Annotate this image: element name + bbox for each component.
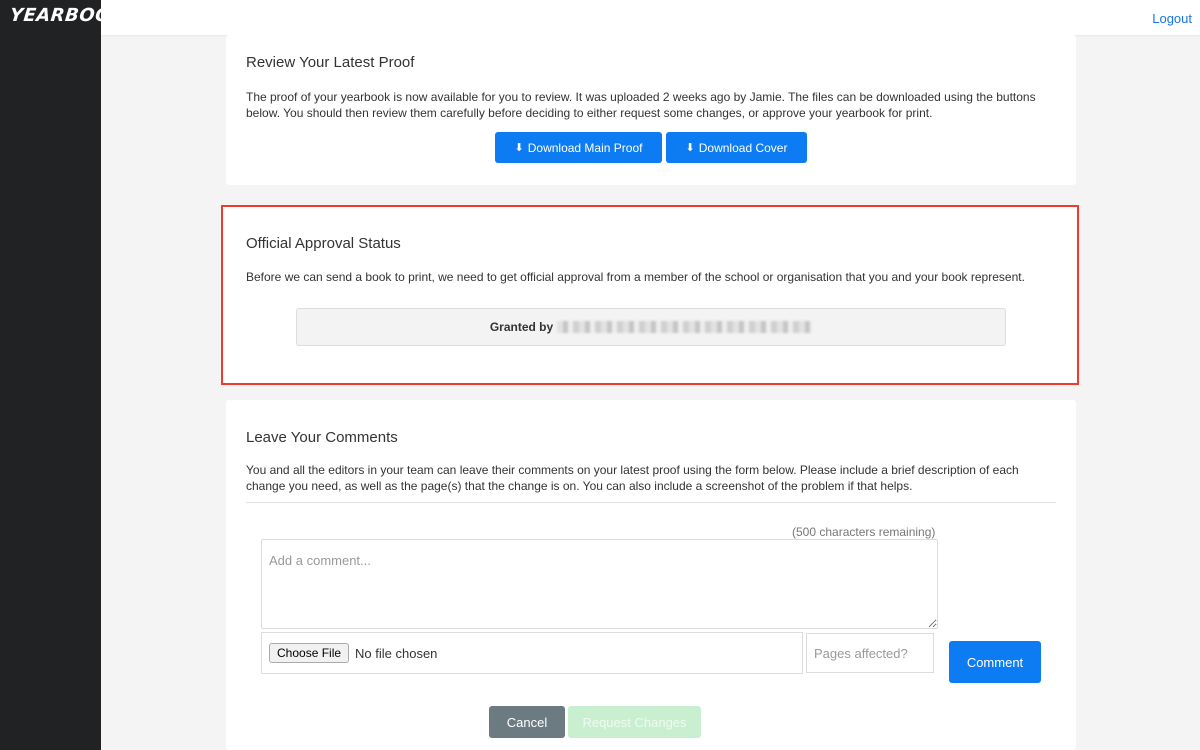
logout-link[interactable]: Logout bbox=[1152, 11, 1192, 26]
request-changes-button[interactable]: Request Changes bbox=[568, 706, 701, 738]
comments-description: You and all the editors in your team can… bbox=[246, 463, 1019, 493]
pages-affected-input[interactable] bbox=[806, 633, 934, 673]
comments-title: Leave Your Comments bbox=[246, 429, 398, 446]
download-cover-button[interactable]: ⬇ Download Cover bbox=[666, 132, 807, 163]
file-upload-field: Choose File No file chosen bbox=[261, 632, 803, 674]
comment-textarea[interactable] bbox=[261, 539, 938, 629]
download-main-proof-button[interactable]: ⬇ Download Main Proof bbox=[495, 132, 662, 163]
top-bar: Logout bbox=[101, 0, 1200, 35]
cancel-button[interactable]: Cancel bbox=[489, 706, 565, 738]
redacted-approver-name bbox=[557, 321, 813, 333]
review-proof-description: The proof of your yearbook is now availa… bbox=[246, 90, 1036, 120]
review-proof-card: Review Your Latest Proof The proof of yo… bbox=[226, 35, 1076, 185]
granted-by-label: Granted by bbox=[489, 320, 554, 334]
download-cover-label: Download Cover bbox=[698, 140, 788, 155]
approval-status-card: Official Approval Status Before we can s… bbox=[221, 205, 1079, 385]
download-main-proof-label: Download Main Proof bbox=[527, 140, 643, 155]
comment-button[interactable]: Comment bbox=[949, 641, 1041, 683]
divider bbox=[246, 502, 1056, 503]
no-file-chosen-text: No file chosen bbox=[355, 645, 438, 661]
download-icon: ⬇ bbox=[514, 142, 524, 154]
choose-file-button[interactable]: Choose File bbox=[269, 643, 350, 663]
approval-status-description: Before we can send a book to print, we n… bbox=[246, 270, 1025, 284]
characters-remaining: (500 characters remaining) bbox=[792, 525, 936, 539]
approval-status-title: Official Approval Status bbox=[246, 235, 401, 252]
review-proof-title: Review Your Latest Proof bbox=[246, 54, 415, 71]
sidebar: YEARBOOK bbox=[0, 0, 127, 750]
download-icon: ⬇ bbox=[685, 142, 695, 154]
approval-status-box: Granted by bbox=[296, 308, 1006, 346]
comments-card: Leave Your Comments You and all the edit… bbox=[226, 400, 1076, 750]
